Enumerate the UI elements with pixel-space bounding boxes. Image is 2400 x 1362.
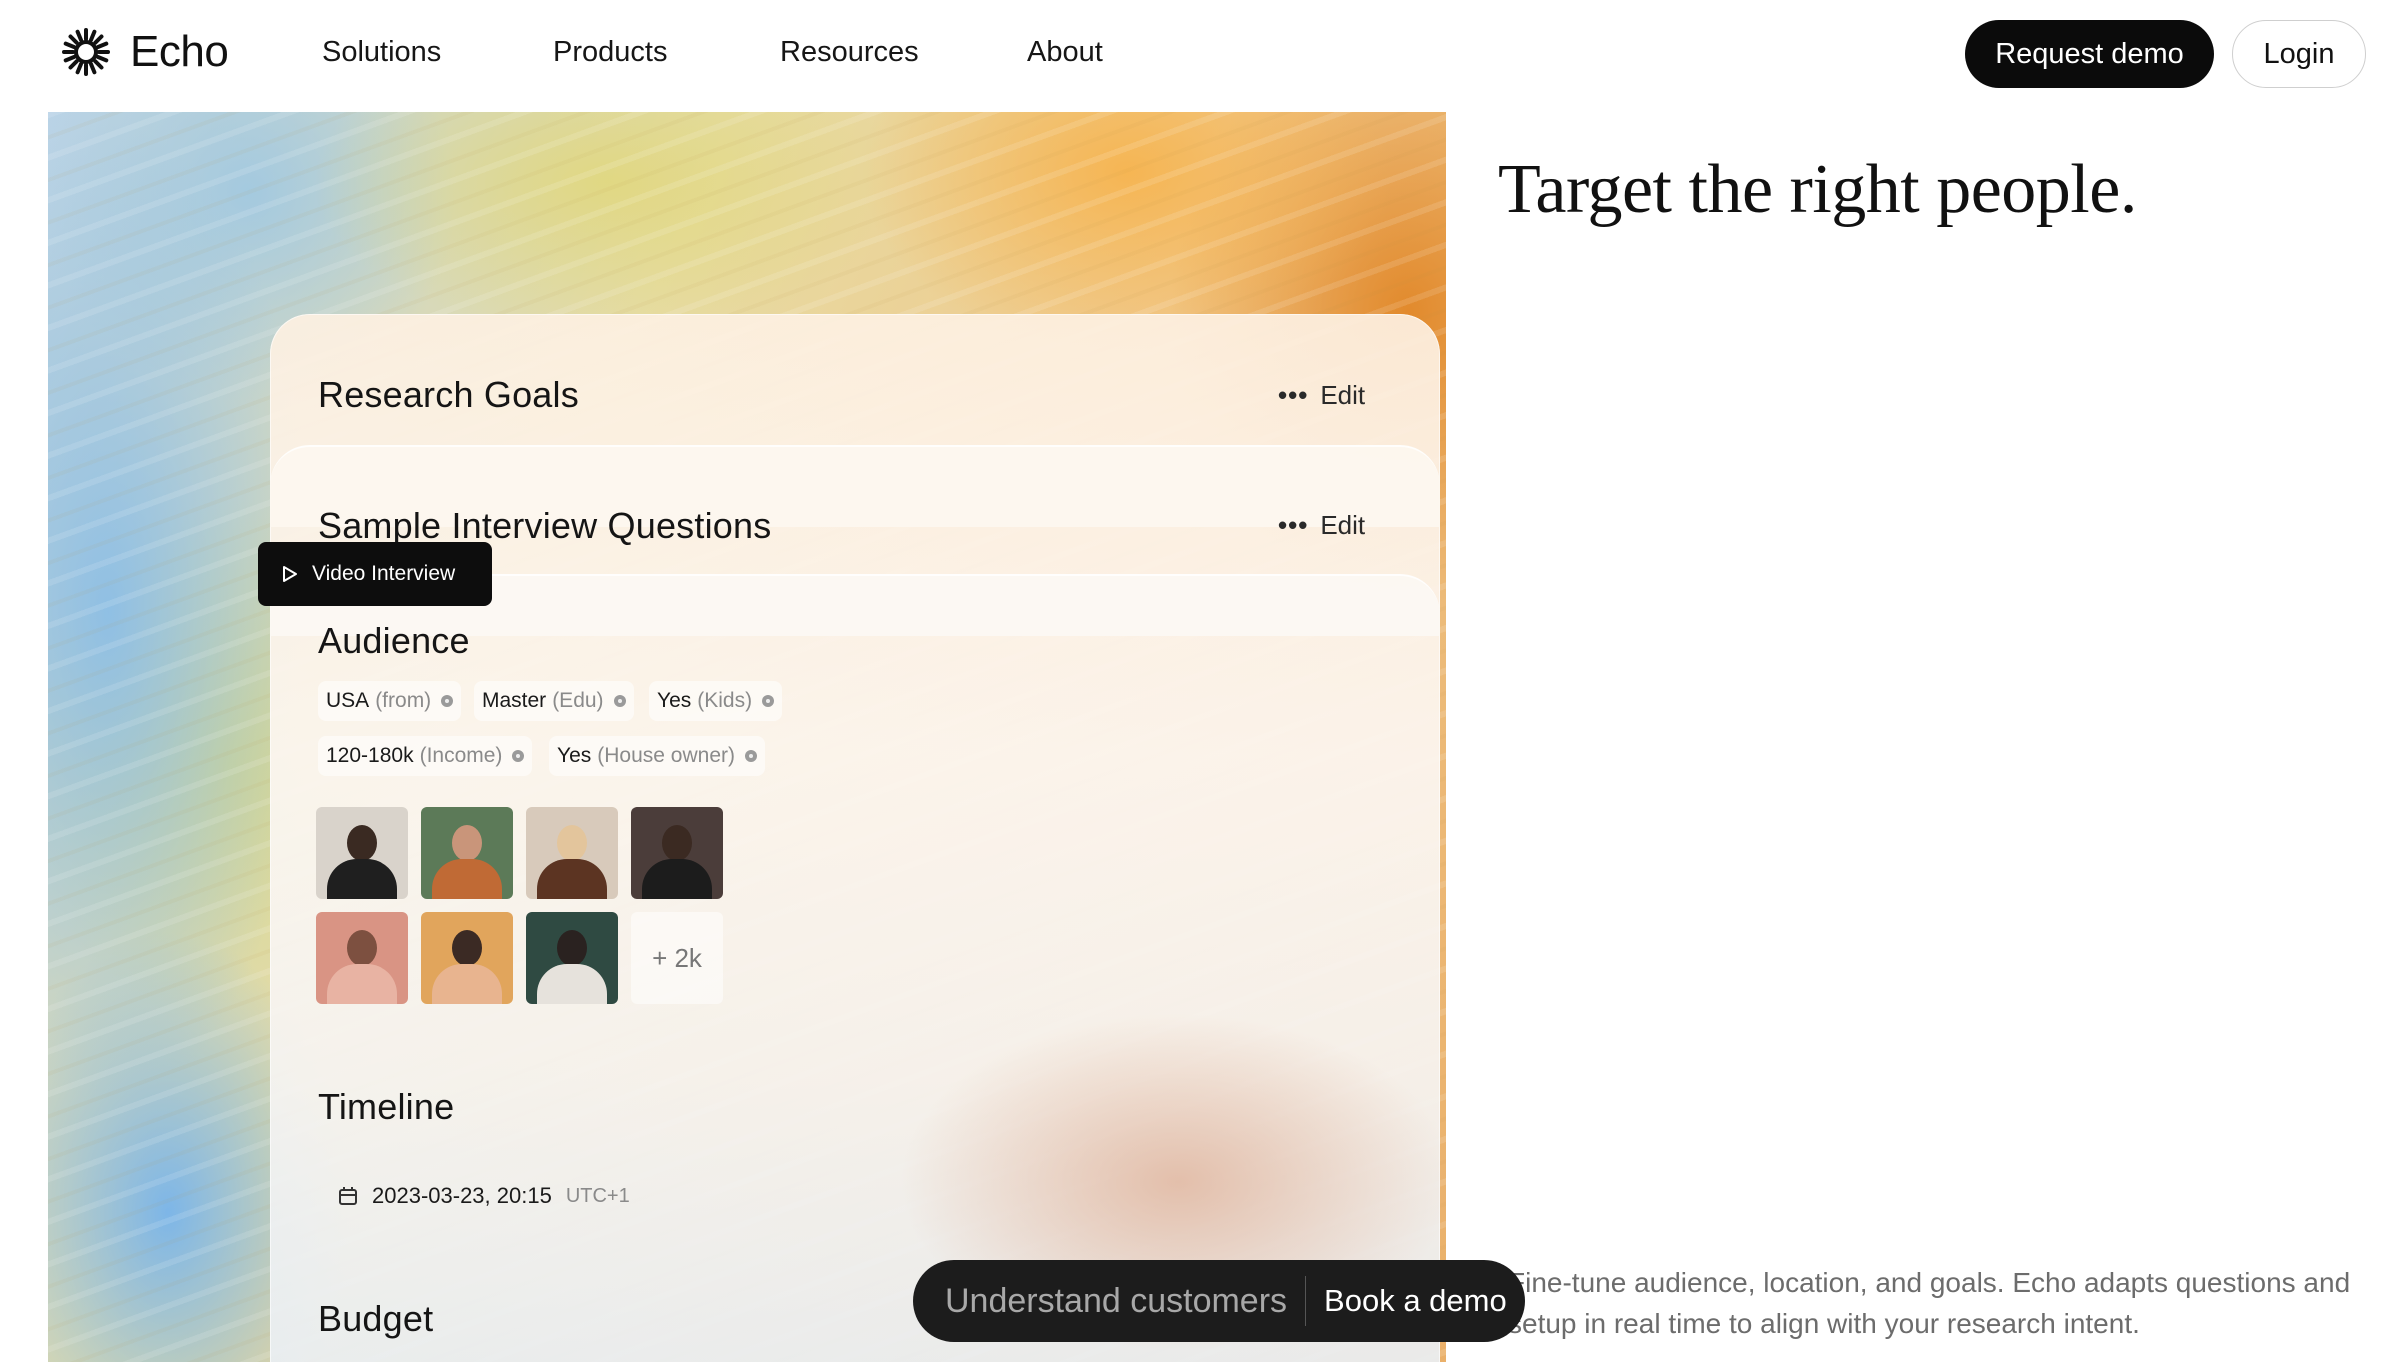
- tag-sub: (House owner): [597, 744, 735, 767]
- avatar[interactable]: [316, 912, 408, 1004]
- video-interview-label: Video Interview: [312, 562, 456, 585]
- interview-questions-title: Sample Interview Questions: [318, 505, 772, 546]
- remove-tag-icon[interactable]: [762, 695, 775, 707]
- floating-cta: Understand customers Book a demo: [913, 1260, 1525, 1342]
- interview-questions-edit-button[interactable]: ••• Edit: [1278, 510, 1365, 541]
- tag-country[interactable]: USA (from): [318, 681, 462, 721]
- avatar[interactable]: [316, 807, 408, 899]
- tag-value: Master: [482, 689, 547, 712]
- hero-image: Research Goals ••• Edit Sample Interview…: [48, 112, 1446, 1362]
- tag-education[interactable]: Master (Edu): [474, 681, 634, 721]
- tag-value: USA: [326, 689, 370, 712]
- remove-tag-icon[interactable]: [745, 750, 757, 762]
- tag-sub: (Kids): [697, 689, 753, 712]
- audience-title: Audience: [318, 620, 470, 661]
- page-description: Fine-tune audience, location, and goals.…: [1508, 1267, 2351, 1339]
- timeline-title: Timeline: [318, 1086, 455, 1127]
- login-button[interactable]: Login: [2232, 20, 2366, 88]
- tag-value: Yes: [657, 689, 692, 712]
- avatar[interactable]: [421, 807, 513, 899]
- tag-value: 120-180k: [326, 744, 414, 767]
- nav-resources[interactable]: Resources: [780, 36, 919, 69]
- tag-sub: (from): [375, 689, 432, 712]
- page-headline: Target the right people.: [1498, 151, 2137, 228]
- timeline-date-value: 2023-03-23, 20:15: [372, 1183, 552, 1208]
- tag-sub: (Income): [419, 744, 503, 767]
- video-interview-badge[interactable]: Video Interview: [258, 542, 492, 606]
- research-goals-title: Research Goals: [318, 374, 579, 415]
- edit-label: Edit: [1320, 510, 1366, 540]
- tag-value: Yes: [557, 744, 592, 767]
- tag-house-owner[interactable]: Yes (House owner): [549, 736, 765, 776]
- understand-customers-label[interactable]: Understand customers: [913, 1282, 1305, 1321]
- logo-text: Echo: [130, 27, 229, 76]
- tag-sub: (Edu): [552, 689, 604, 712]
- timeline-date[interactable]: 2023-03-23, 20:15 UTC+1: [338, 1183, 630, 1209]
- avatar[interactable]: [526, 912, 618, 1004]
- avatar[interactable]: [421, 912, 513, 1004]
- book-demo-button[interactable]: Book a demo: [1306, 1283, 1507, 1319]
- more-participants[interactable]: + 2k: [631, 912, 723, 1004]
- remove-tag-icon[interactable]: [441, 695, 454, 707]
- sun-logo-icon: [62, 28, 110, 76]
- more-dots-icon: •••: [1278, 380, 1309, 410]
- avatar[interactable]: [526, 807, 618, 899]
- tag-kids[interactable]: Yes (Kids): [649, 681, 783, 721]
- nav-solutions[interactable]: Solutions: [322, 36, 441, 69]
- nav-products[interactable]: Products: [553, 36, 667, 69]
- budget-title: Budget: [318, 1298, 434, 1339]
- tag-income[interactable]: 120-180k (Income): [318, 736, 533, 776]
- research-goals-edit-button[interactable]: ••• Edit: [1278, 380, 1365, 411]
- calendar-icon: [339, 1187, 357, 1205]
- logo[interactable]: Echo: [60, 26, 229, 78]
- more-dots-icon: •••: [1278, 510, 1309, 540]
- remove-tag-icon[interactable]: [613, 695, 626, 707]
- edit-label: Edit: [1320, 380, 1366, 410]
- request-demo-button[interactable]: Request demo: [1965, 20, 2214, 88]
- remove-tag-icon[interactable]: [512, 750, 525, 762]
- play-icon: [283, 566, 297, 582]
- avatar[interactable]: [631, 807, 723, 899]
- timeline-timezone: UTC+1: [565, 1184, 630, 1207]
- nav-about[interactable]: About: [1027, 36, 1103, 69]
- top-nav: Echo Solutions Products Resources About …: [0, 0, 2400, 108]
